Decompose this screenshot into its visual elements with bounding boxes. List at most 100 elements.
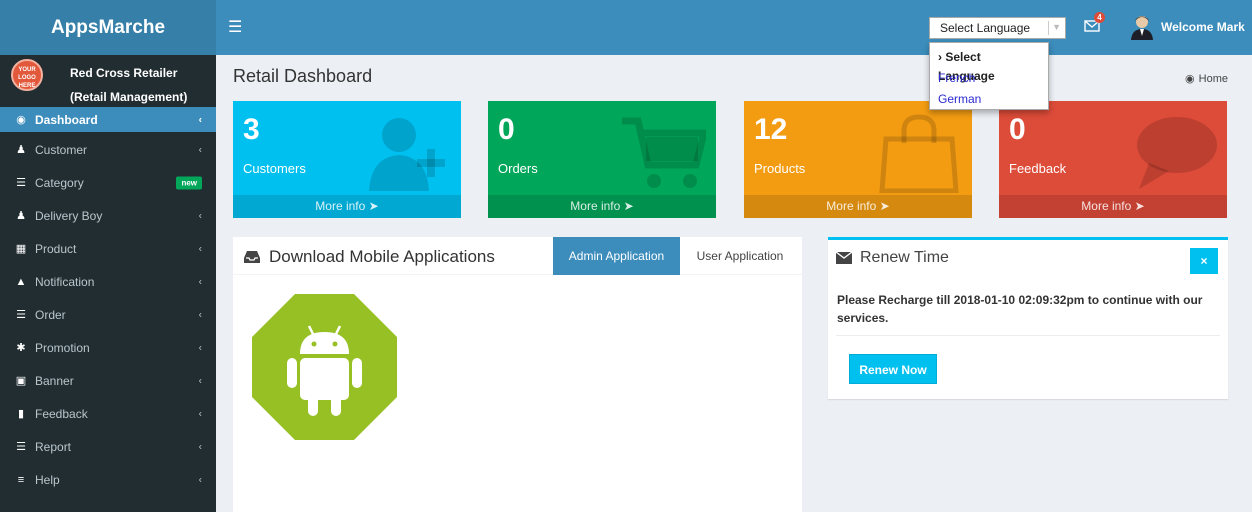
renew-now-button[interactable]: Renew Now — [849, 354, 937, 384]
sidebar-item-label: Notification — [35, 274, 95, 289]
sidebar-item-banner[interactable]: ▣ Banner ‹ — [0, 364, 216, 397]
page-title: Retail Dashboard — [233, 66, 373, 86]
more-info-link[interactable]: More info ➤ — [233, 195, 461, 218]
chevron-left-icon: ‹ — [198, 243, 202, 254]
grid-icon: ▦ — [15, 243, 27, 255]
user-avatar-icon[interactable] — [1130, 14, 1154, 40]
company-role: (Retail Management) — [70, 90, 188, 104]
company-logo: YOUR LOGO HERE — [11, 59, 43, 91]
bars-icon: ≡ — [17, 473, 25, 486]
download-apps-box: Download Mobile Applications Admin Appli… — [233, 237, 802, 512]
stat-box-customers: 3 Customers More info ➤ — [233, 101, 461, 218]
chevron-left-icon: ‹ — [198, 114, 202, 125]
breadcrumb-home-link[interactable]: Home — [1199, 73, 1228, 85]
chevron-left-icon: ‹ — [198, 144, 202, 155]
chevron-left-icon: ‹ — [198, 441, 202, 452]
stat-value: 12 — [754, 113, 788, 146]
dashboard-icon: ◉ — [1185, 73, 1195, 85]
box-title-text: Download Mobile Applications — [269, 247, 495, 266]
tab-user-application[interactable]: User Application — [685, 237, 795, 275]
sidebar-item-label: Promotion — [35, 340, 90, 355]
box-header: Download Mobile Applications Admin Appli… — [233, 237, 802, 275]
app-logo[interactable]: AppsMarche — [0, 0, 216, 55]
more-info-link[interactable]: More info ➤ — [999, 195, 1227, 218]
sidebar: YOUR LOGO HERE Red Cross Retailer (Retail … — [0, 55, 216, 512]
stat-label: Feedback — [1009, 161, 1067, 176]
chevron-left-icon: ‹ — [198, 474, 202, 485]
sidebar-item-label: Delivery Boy — [35, 208, 103, 223]
sidebar-item-label: Feedback — [35, 406, 88, 421]
chevron-down-icon: ▼ — [1052, 22, 1061, 32]
breadcrumb: ◉ Home — [1185, 72, 1228, 86]
language-select-value: Select Language — [940, 21, 1031, 35]
sidebar-item-category[interactable]: ☰ Category new — [0, 166, 216, 199]
sidebar-item-label: Category — [35, 175, 84, 190]
bag-icon — [879, 114, 959, 193]
sidebar-item-label: Product — [35, 241, 77, 256]
box-title: Download Mobile Applications — [243, 247, 495, 267]
sidebar-item-label: Order — [35, 307, 66, 322]
chevron-left-icon: ‹ — [198, 276, 202, 287]
stat-value: 0 — [498, 113, 515, 146]
comment-icon — [1137, 117, 1217, 189]
sidebar-item-label: Dashboard — [35, 112, 98, 127]
sidebar-item-label: Help — [35, 472, 60, 487]
sidebar-item-report[interactable]: ☰ Report ‹ — [0, 430, 216, 463]
sidebar-item-label: Report — [35, 439, 72, 454]
sidebar-menu: ◉ Dashboard ‹ ♟ Customer ‹ ☰ Category ne… — [0, 107, 216, 496]
sidebar-item-order[interactable]: ☰ Order ‹ — [0, 298, 216, 331]
user-plus-icon — [369, 118, 445, 191]
arrow-circle-right-icon: ➤ — [879, 199, 890, 213]
top-navbar: ☰ Select Language ▼ 4 Welcome Mark — [216, 0, 1252, 55]
language-option-default[interactable]: › Select Language — [930, 47, 1048, 83]
arrow-circle-right-icon: ➤ — [368, 199, 379, 213]
image-icon: ▣ — [15, 375, 27, 387]
user-plus-icon: ♟ — [16, 144, 26, 156]
profile-info: Red Cross Retailer (Retail Management) — [70, 61, 187, 109]
language-select[interactable]: Select Language ▼ — [929, 17, 1066, 39]
language-dropdown: › Select Language French German — [929, 42, 1049, 110]
select-divider — [1048, 21, 1049, 35]
user-icon: ♟ — [16, 210, 26, 222]
sidebar-item-delivery-boy[interactable]: ♟ Delivery Boy ‹ — [0, 199, 216, 232]
notification-badge: 4 — [1094, 12, 1105, 23]
renew-message: Please Recharge till 2018-01-10 02:09:32… — [837, 293, 1203, 325]
stat-value: 0 — [1009, 113, 1026, 146]
stat-label: Customers — [243, 161, 306, 176]
close-button[interactable]: × — [1190, 248, 1218, 274]
list-icon: ☰ — [16, 309, 26, 321]
welcome-text[interactable]: Welcome Mark — [1161, 20, 1245, 34]
tab-admin-application[interactable]: Admin Application — [553, 237, 680, 275]
comment-icon: ▮ — [17, 408, 25, 420]
sidebar-item-dashboard[interactable]: ◉ Dashboard ‹ — [0, 107, 216, 132]
sidebar-item-product[interactable]: ▦ Product ‹ — [0, 232, 216, 265]
sidebar-item-promotion[interactable]: ✱ Promotion ‹ — [0, 331, 216, 364]
more-info-link[interactable]: More info ➤ — [744, 195, 972, 218]
language-option-german[interactable]: German — [930, 89, 1048, 110]
sidebar-item-notification[interactable]: ▲ Notification ‹ — [0, 265, 216, 298]
list-icon: ☰ — [16, 177, 26, 189]
sidebar-item-label: Customer — [35, 142, 88, 157]
arrow-circle-right-icon: ➤ — [623, 199, 634, 213]
stat-label: Products — [754, 161, 806, 176]
sidebar-item-customer[interactable]: ♟ Customer ‹ — [0, 133, 216, 166]
stat-box-orders: 0 Orders More info ➤ — [488, 101, 716, 218]
menu-toggle-icon[interactable]: ☰ — [228, 17, 242, 37]
asterisk-icon: ✱ — [16, 342, 26, 354]
box-title-text: Renew Time — [860, 249, 949, 266]
new-badge: new — [176, 176, 202, 189]
chevron-left-icon: ‹ — [198, 375, 202, 386]
divider — [836, 335, 1220, 336]
stat-box-products: 12 Products More info ➤ — [744, 101, 972, 218]
android-app-icon[interactable] — [252, 294, 397, 440]
arrow-circle-right-icon: ➤ — [1134, 199, 1145, 213]
more-info-link[interactable]: More info ➤ — [488, 195, 716, 218]
warning-icon: ▲ — [15, 275, 27, 288]
chevron-left-icon: ‹ — [198, 309, 202, 320]
chevron-left-icon: ‹ — [198, 210, 202, 221]
company-name: Red Cross Retailer — [70, 66, 178, 80]
sidebar-item-help[interactable]: ≡ Help ‹ — [0, 463, 216, 496]
sidebar-item-feedback[interactable]: ▮ Feedback ‹ — [0, 397, 216, 430]
envelope-icon — [836, 252, 852, 264]
renew-time-box: Renew Time × Please Recharge till 2018-0… — [828, 237, 1228, 399]
